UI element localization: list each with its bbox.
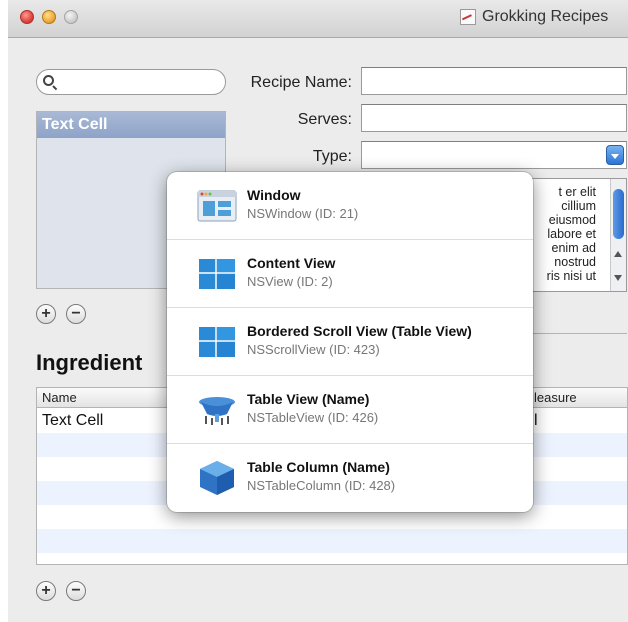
table-view-icon	[199, 397, 235, 425]
zoom-window-button[interactable]	[64, 10, 78, 24]
scroll-view-icon	[199, 327, 235, 357]
popover-item-table-view[interactable]: Table View (Name) NSTableView (ID: 426)	[167, 376, 533, 444]
table-column-icon	[200, 461, 234, 495]
search-icon	[43, 75, 54, 86]
recipe-list-controls: + −	[36, 304, 86, 324]
type-label: Type:	[312, 148, 352, 165]
recipe-list-row[interactable]: Text Cell	[37, 112, 225, 138]
serves-field[interactable]	[361, 104, 627, 132]
title-bar: Grokking Recipes	[8, 0, 628, 38]
popover-item-content-view[interactable]: Content View NSView (ID: 2)	[167, 240, 533, 308]
chevron-down-icon[interactable]	[606, 145, 624, 165]
add-ingredient-button[interactable]: +	[36, 581, 56, 601]
search-input[interactable]	[59, 73, 219, 91]
section-divider	[531, 333, 627, 334]
recipe-name-label: Recipe Name:	[250, 74, 352, 91]
content-view-icon	[199, 259, 235, 289]
close-window-button[interactable]	[20, 10, 34, 24]
search-field[interactable]	[36, 69, 226, 95]
add-recipe-button[interactable]: +	[36, 304, 56, 324]
window-icon	[197, 190, 237, 222]
window-title-group: Grokking Recipes	[460, 8, 608, 26]
ingredient-measure-cell: l	[534, 412, 538, 429]
popover-item-table-column[interactable]: Table Column (Name) NSTableColumn (ID: 4…	[167, 444, 533, 512]
remove-ingredient-button[interactable]: −	[66, 581, 86, 601]
serves-label: Serves:	[297, 111, 352, 128]
popover-item-subtitle: NSTableView (ID: 426)	[247, 410, 379, 425]
popover-item-title: Window	[247, 187, 301, 203]
type-popup[interactable]	[361, 141, 627, 169]
scroll-up-arrow-icon[interactable]	[614, 251, 622, 257]
minimize-window-button[interactable]	[42, 10, 56, 24]
popover-item-subtitle: NSScrollView (ID: 423)	[247, 342, 380, 357]
popover-item-title: Table View (Name)	[247, 391, 370, 407]
popover-item-subtitle: NSTableColumn (ID: 428)	[247, 478, 396, 493]
scrollbar-thumb[interactable]	[613, 189, 624, 239]
ingredient-name-cell: Text Cell	[42, 412, 104, 429]
recipe-name-field[interactable]	[361, 67, 627, 95]
popover-item-title: Table Column (Name)	[247, 459, 390, 475]
ingredient-list-controls: + −	[36, 581, 86, 601]
popover-item-title: Bordered Scroll View (Table View)	[247, 323, 472, 339]
text-view-scrollbar[interactable]	[610, 179, 626, 291]
popover-item-scroll-view[interactable]: Bordered Scroll View (Table View) NSScro…	[167, 308, 533, 376]
scroll-down-arrow-icon[interactable]	[614, 275, 622, 281]
document-icon	[460, 9, 476, 25]
ingredients-heading: Ingredient	[36, 350, 143, 375]
remove-recipe-button[interactable]: −	[66, 304, 86, 324]
column-header-name[interactable]: Name	[42, 390, 77, 405]
popover-item-subtitle: NSWindow (ID: 21)	[247, 206, 359, 221]
column-header-measure[interactable]: leasure	[534, 390, 577, 405]
view-hierarchy-popover: Window NSWindow (ID: 21) Content View NS…	[167, 172, 533, 512]
popover-item-window[interactable]: Window NSWindow (ID: 21)	[167, 172, 533, 240]
popover-item-subtitle: NSView (ID: 2)	[247, 274, 333, 289]
popover-item-title: Content View	[247, 255, 336, 271]
table-row[interactable]	[37, 529, 627, 553]
window-title: Grokking Recipes	[482, 8, 609, 25]
